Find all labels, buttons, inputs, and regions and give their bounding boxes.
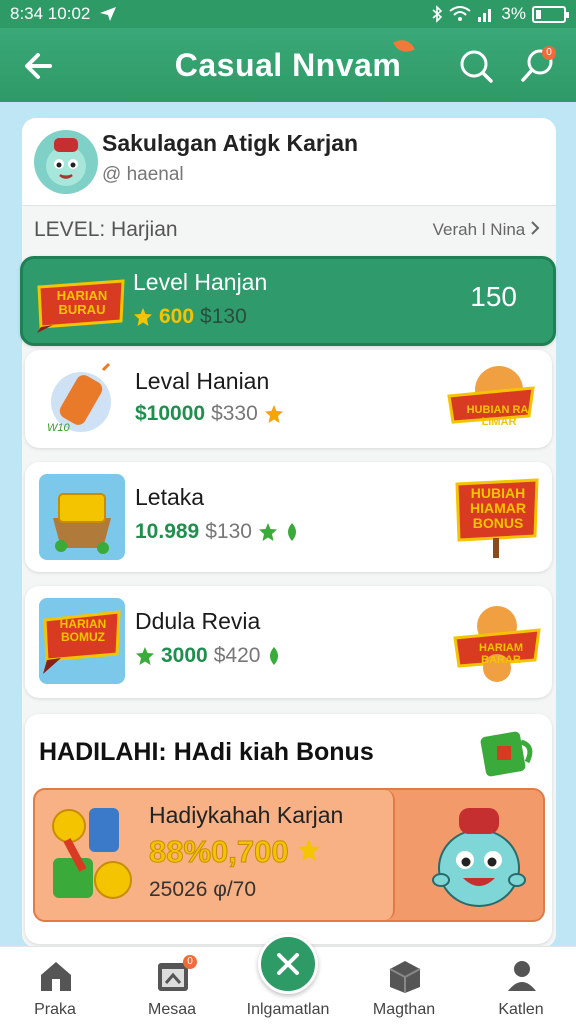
card-secondary-value: $130 bbox=[205, 520, 252, 543]
battery-icon bbox=[532, 5, 569, 23]
bonus-heading: HADILAHI: HAdi kiah Bonus bbox=[39, 738, 374, 766]
leaf-icon bbox=[287, 523, 296, 541]
card-values: 600 $130 bbox=[133, 305, 247, 329]
card-title: Ddula Revia bbox=[135, 608, 261, 634]
card-secondary-value: $130 bbox=[200, 305, 247, 328]
bonus-sign-text: HUBIAH HIAMAR BONUS bbox=[470, 485, 526, 531]
reward-ribbon-text: HARIAN BOMUZ bbox=[59, 617, 107, 644]
gift-mug-icon bbox=[480, 731, 533, 777]
bonus-card[interactable]: Hadiykahah Karjan 88%0,700 25026 φ/70 bbox=[33, 788, 545, 922]
star-icon bbox=[258, 523, 277, 541]
page-title-text: Casual Nnvam bbox=[174, 46, 402, 83]
mascot-badge-icon bbox=[453, 606, 541, 682]
page-title: Casual Nnvam bbox=[174, 35, 416, 84]
chevron-right-icon bbox=[531, 221, 540, 235]
nav-badge: 0 bbox=[183, 955, 197, 969]
location-icon bbox=[100, 7, 117, 21]
nav-item-messages[interactable]: 0 Mesaa bbox=[117, 947, 227, 1024]
star-icon bbox=[264, 405, 283, 423]
bonus-sub-value: 25026 φ/70 bbox=[149, 878, 257, 901]
notification-badge: 0 bbox=[542, 46, 556, 60]
card-primary-value: 600 bbox=[159, 305, 195, 328]
mascot-badge-text: HARIAM BARAR bbox=[479, 642, 523, 666]
view-all-label: Verah l Nina bbox=[432, 220, 526, 239]
card-primary-value: 3000 bbox=[161, 644, 208, 667]
back-arrow-icon[interactable] bbox=[20, 46, 60, 86]
nav-label: Mesaa bbox=[147, 1001, 197, 1018]
profile-header[interactable]: Sakulagan Atigk Karjan @ haenal bbox=[22, 118, 556, 206]
battery-percent: 3% bbox=[501, 4, 526, 23]
ribbon-badge-text: HARIAN BURAU bbox=[56, 288, 108, 317]
search-icon[interactable] bbox=[456, 46, 496, 86]
card-right-value: 150 bbox=[470, 281, 517, 312]
card-title: Level Hanjan bbox=[133, 269, 268, 295]
nav-label: Magthan bbox=[372, 1001, 436, 1018]
bluetooth-icon bbox=[432, 5, 443, 23]
box-icon bbox=[389, 961, 421, 993]
level-card-selected[interactable]: HARIAN BURAU Level Hanjan 600 $130 150 bbox=[20, 256, 556, 346]
bonus-card-title: Hadiykahah Karjan bbox=[149, 802, 344, 828]
card-title: Letaka bbox=[135, 484, 205, 510]
card-values: $10000 $330 bbox=[135, 402, 284, 426]
mascot-avatar-icon bbox=[46, 138, 86, 186]
nav-item-magthan[interactable]: Magthan bbox=[349, 947, 459, 1024]
nav-label: Praka bbox=[34, 1001, 76, 1018]
star-icon bbox=[136, 647, 154, 665]
level-card[interactable]: Letaka 10.989 $130 HUBIAH HIAMAR BONUS bbox=[25, 462, 552, 572]
view-all-link[interactable]: Verah l Nina bbox=[433, 220, 540, 240]
close-icon bbox=[277, 953, 299, 975]
card-values: 10.989 $130 bbox=[135, 520, 300, 544]
level-row: LEVEL: Harjian Verah l Nina bbox=[22, 206, 556, 254]
card-primary-value: 10.989 bbox=[135, 520, 200, 543]
bonus-amount-value: 88%0,700 bbox=[149, 834, 290, 870]
treasure-basket-icon bbox=[39, 474, 125, 560]
signal-icon bbox=[478, 9, 492, 22]
coins-gift-icon bbox=[52, 808, 132, 899]
profile-handle: @ haenal bbox=[102, 164, 184, 185]
status-bar: 8:34 10:02 3% bbox=[0, 0, 576, 28]
star-icon bbox=[298, 839, 321, 861]
bonus-section: HADILAHI: HAdi kiah Bonus Hadiykahah Kar… bbox=[25, 714, 552, 944]
notification-button[interactable]: 0 bbox=[518, 46, 558, 86]
avatar bbox=[34, 130, 98, 194]
nav-label: Katlen bbox=[498, 1001, 544, 1018]
wifi-icon bbox=[449, 6, 472, 21]
level-card[interactable]: HARIAN BOMUZ Ddula Revia 3000 $420 HARIA… bbox=[25, 586, 552, 698]
star-icon bbox=[134, 308, 152, 326]
card-primary-value: $10000 bbox=[135, 402, 206, 425]
level-label: LEVEL: Harjian bbox=[34, 218, 178, 241]
capsule-art-label: W10 bbox=[47, 422, 70, 434]
app-bar: Casual Nnvam 0 bbox=[0, 28, 576, 102]
nav-item-home[interactable]: Praka bbox=[0, 947, 110, 1024]
trophy-badge-text: HUBIAN RAI LIMAR bbox=[466, 404, 532, 428]
profile-name: Sakulagan Atigk Karjan bbox=[102, 130, 359, 156]
leaf-icon bbox=[270, 647, 279, 665]
bonus-amount: 88%0,700 bbox=[149, 834, 321, 870]
level-card[interactable]: W10 Leval Hanian $10000 $330 HUBIAN RAI … bbox=[25, 350, 552, 448]
mascot-icon bbox=[432, 808, 526, 907]
nav-item-profile[interactable]: Katlen bbox=[466, 947, 576, 1024]
battery-fill bbox=[536, 9, 542, 19]
status-time: 8:34 10:02 bbox=[10, 4, 91, 23]
card-values: 3000 $420 bbox=[135, 644, 282, 668]
home-icon bbox=[41, 962, 71, 991]
card-secondary-value: $330 bbox=[211, 402, 258, 425]
profile-icon bbox=[508, 961, 536, 991]
nav-label: Inlgamatlan bbox=[246, 1001, 330, 1018]
main-panel: Sakulagan Atigk Karjan @ haenal LEVEL: H… bbox=[20, 118, 556, 948]
card-title: Leval Hanian bbox=[135, 368, 270, 394]
close-fab-button[interactable] bbox=[258, 934, 318, 994]
card-secondary-value: $420 bbox=[213, 644, 261, 667]
